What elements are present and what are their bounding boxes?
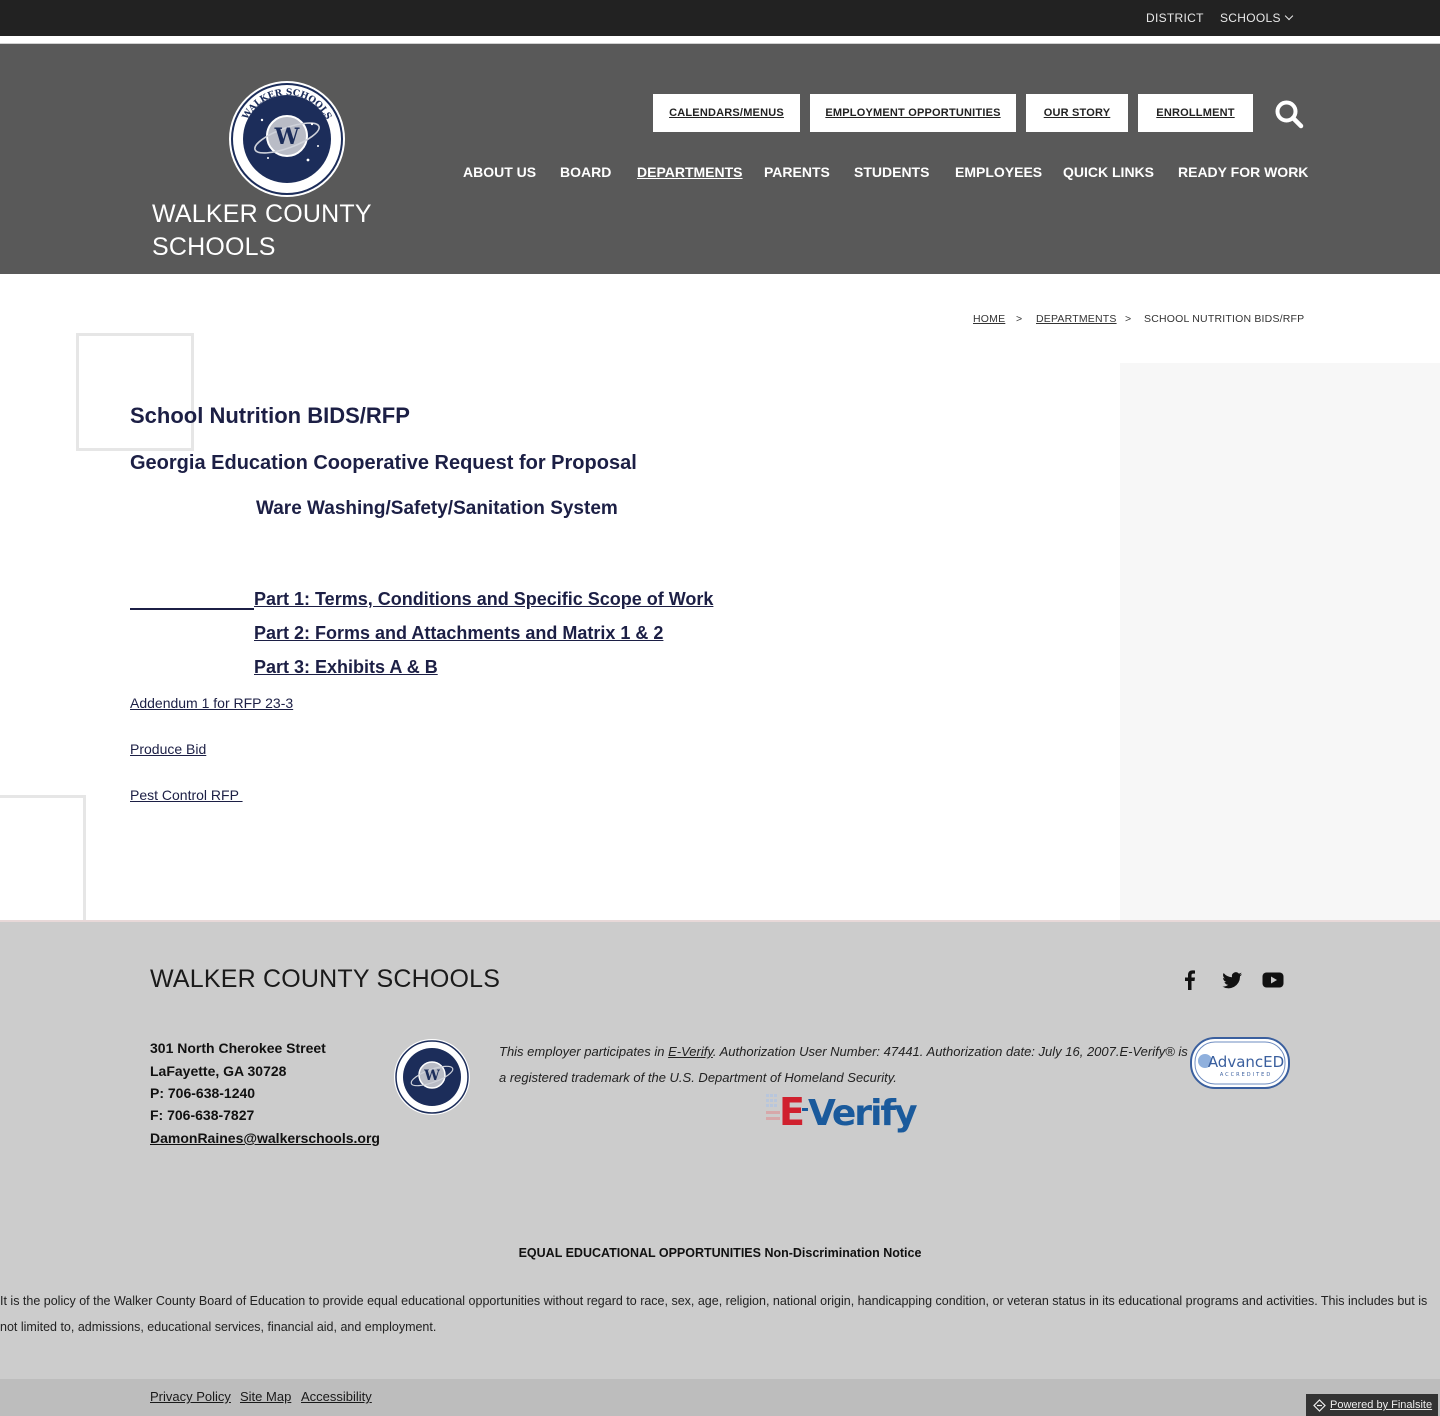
- twitter-icon[interactable]: [1221, 969, 1243, 991]
- our-story-button[interactable]: OUR STORY: [1026, 94, 1128, 132]
- finalsite-icon: [1313, 1399, 1326, 1412]
- breadcrumb-current: SCHOOL NUTRITION BIDS/RFP: [1144, 313, 1305, 325]
- footer-bottom-bar: Privacy Policy Site Map Accessibility: [0, 1379, 1440, 1416]
- schools-dropdown[interactable]: SCHOOLS: [1220, 11, 1294, 25]
- utility-bar: DISTRICT SCHOOLS: [0, 0, 1440, 36]
- employment-opportunities-button[interactable]: EMPLOYMENT OPPORTUNITIES: [810, 94, 1016, 132]
- enrollment-button[interactable]: ENROLLMENT: [1138, 94, 1253, 132]
- nav-quick-links[interactable]: QUICK LINKS: [1063, 164, 1154, 180]
- addendum-link[interactable]: Addendum 1 for RFP 23-3: [130, 695, 293, 711]
- facebook-icon[interactable]: [1179, 969, 1201, 991]
- part-3-link[interactable]: Part 3: Exhibits A & B: [254, 657, 438, 678]
- site-name-line1: WALKER COUNTY: [152, 200, 372, 228]
- svg-text:W: W: [423, 1068, 440, 1084]
- everify-link[interactable]: E-Verify: [668, 1044, 713, 1059]
- part-2-link[interactable]: Part 2: Forms and Attachments and Matrix…: [254, 623, 663, 644]
- nav-parents[interactable]: PARENTS: [764, 164, 830, 180]
- site-name-line2: SCHOOLS: [152, 233, 276, 261]
- advanced-accredited-logo[interactable]: AdvancED ACCREDITED: [1190, 1037, 1290, 1089]
- breadcrumb-separator: >: [1016, 313, 1023, 325]
- youtube-icon[interactable]: [1262, 969, 1284, 991]
- everify-logo[interactable]: E Verify: [766, 1086, 922, 1134]
- chevron-down-icon: [1284, 11, 1294, 21]
- nav-employees[interactable]: EMPLOYEES: [955, 164, 1042, 180]
- everify-notice: This employer participates in E-Verify. …: [499, 1039, 1189, 1091]
- footer-phone: P: 706-638-1240: [150, 1085, 256, 1101]
- breadcrumb-departments[interactable]: DEPARTMENTS: [1036, 313, 1117, 325]
- footer-street: 301 North Cherokee Street: [150, 1040, 326, 1056]
- pest-control-link[interactable]: Pest Control RFP: [130, 787, 243, 803]
- everify-logo-rest: Verify: [808, 1093, 917, 1134]
- svg-text:W: W: [274, 124, 300, 150]
- advanced-text: AdvancED: [1208, 1053, 1284, 1071]
- rfp-subheading: Ware Washing/Safety/Sanitation System: [256, 498, 618, 519]
- advanced-sub-text: ACCREDITED: [1220, 1072, 1272, 1078]
- footer-fax: F: 706-638-7827: [150, 1107, 255, 1123]
- site-map-link[interactable]: Site Map: [240, 1389, 291, 1404]
- nav-students[interactable]: STUDENTS: [854, 164, 929, 180]
- everify-logo-e: E: [779, 1090, 805, 1134]
- eeo-text: It is the policy of the Walker County Bo…: [0, 1294, 1428, 1334]
- nav-about-us[interactable]: ABOUT US: [463, 164, 536, 180]
- site-name[interactable]: WALKER COUNTY SCHOOLS: [152, 198, 372, 264]
- district-link[interactable]: DISTRICT: [1146, 11, 1204, 25]
- decorative-frame: [76, 333, 194, 451]
- footer-city: LaFayette, GA 30728: [150, 1063, 287, 1079]
- district-logo[interactable]: W WALKER SCHOOLS: [228, 80, 346, 198]
- breadcrumb-home[interactable]: HOME: [973, 313, 1005, 325]
- underline-spacer: [130, 608, 254, 610]
- nav-departments[interactable]: DEPARTMENTS: [637, 164, 743, 180]
- privacy-policy-link[interactable]: Privacy Policy: [150, 1389, 231, 1404]
- header-divider: [0, 36, 1440, 44]
- page-title: School Nutrition BIDS/RFP: [130, 403, 410, 428]
- powered-by-finalsite-badge[interactable]: Powered by Finalsite: [1306, 1394, 1438, 1416]
- rfp-heading: Georgia Education Cooperative Request fo…: [130, 452, 637, 474]
- footer-email-link[interactable]: DamonRaines@walkerschools.org: [150, 1130, 380, 1146]
- eeo-title: EQUAL EDUCATIONAL OPPORTUNITIES Non-Disc…: [518, 1246, 922, 1260]
- search-icon[interactable]: [1274, 99, 1304, 129]
- accessibility-link[interactable]: Accessibility: [301, 1389, 372, 1404]
- nav-ready-for-work[interactable]: READY FOR WORK: [1178, 164, 1308, 180]
- sidebar: [1120, 363, 1440, 920]
- part-1-link[interactable]: Part 1: Terms, Conditions and Specific S…: [254, 589, 713, 610]
- powered-by-text: Powered by Finalsite: [1330, 1399, 1433, 1411]
- everify-text-before: This employer participates in: [499, 1044, 669, 1059]
- calendars-menus-button[interactable]: CALENDARS/MENUS: [653, 94, 800, 132]
- footer-district-logo: W: [394, 1039, 470, 1115]
- footer-site-name: WALKER COUNTY SCHOOLS: [150, 965, 501, 993]
- schools-label: SCHOOLS: [1220, 11, 1281, 25]
- breadcrumb-separator: >: [1125, 313, 1132, 325]
- nav-board[interactable]: BOARD: [560, 164, 611, 180]
- produce-bid-link[interactable]: Produce Bid: [130, 741, 206, 757]
